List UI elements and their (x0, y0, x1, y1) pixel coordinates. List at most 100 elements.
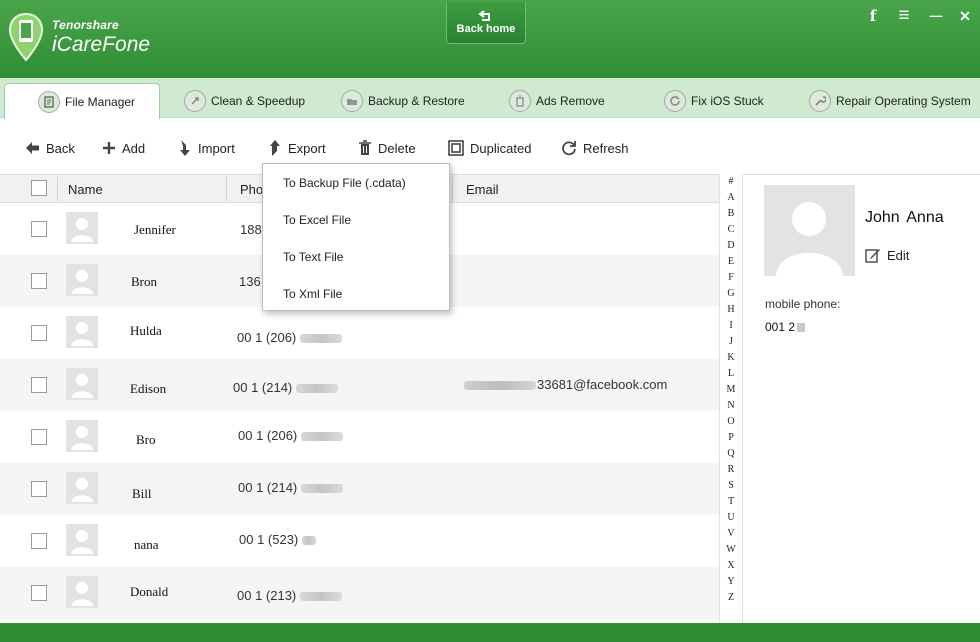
column-header-name[interactable]: Name (68, 182, 103, 197)
tab-ads-remove[interactable]: Ads Remove (509, 84, 605, 118)
row-checkbox[interactable] (31, 533, 47, 549)
contact-name: nana (134, 537, 159, 552)
redacted-blur (301, 484, 344, 494)
arrow-left-icon (26, 142, 39, 154)
import-button[interactable]: Import (178, 138, 235, 158)
tab-label: File Manager (65, 94, 136, 109)
tab-backup-restore[interactable]: Backup & Restore (341, 84, 465, 118)
alphabet-letter[interactable]: O (720, 416, 742, 427)
table-row[interactable]: Hulda 00 1 (206) (0, 307, 719, 359)
column-divider (452, 177, 453, 201)
facebook-icon[interactable]: f (862, 6, 884, 28)
tab-fix-ios-stuck[interactable]: Fix iOS Stuck (664, 84, 764, 118)
alphabet-letter[interactable]: Y (720, 576, 742, 587)
alphabet-letter[interactable]: D (720, 240, 742, 251)
alphabet-letter[interactable]: M (720, 384, 742, 395)
back-arrow-icon (478, 10, 490, 21)
alphabet-letter[interactable]: J (720, 336, 742, 347)
export-label: Export (288, 140, 326, 156)
close-icon[interactable]: ✕ (954, 6, 976, 28)
plus-icon (103, 142, 115, 154)
alphabet-letter[interactable]: R (720, 464, 742, 475)
row-checkbox[interactable] (31, 221, 47, 237)
menu-icon[interactable]: ≡ (893, 6, 915, 28)
contact-phone: 00 1 (206) (237, 330, 343, 345)
duplicated-label: Duplicated (470, 140, 532, 156)
row-checkbox[interactable] (31, 481, 47, 497)
table-row[interactable]: Bill 00 1 (214) (0, 463, 719, 515)
alphabet-letter[interactable]: K (720, 352, 742, 363)
duplicated-button[interactable]: Duplicated (448, 138, 531, 158)
alphabet-letter[interactable]: U (720, 512, 742, 523)
table-row[interactable]: nana 00 1 (523) (0, 515, 719, 567)
alphabet-letter[interactable]: # (720, 176, 742, 187)
add-button[interactable]: Add (102, 138, 145, 158)
alphabet-letter[interactable]: H (720, 304, 742, 315)
import-label: Import (198, 140, 235, 156)
export-arrow-icon (270, 140, 280, 156)
icarefone-logo-icon (8, 12, 44, 62)
column-header-email[interactable]: Email (466, 182, 499, 197)
avatar (66, 264, 98, 296)
edit-button[interactable]: Edit (865, 247, 909, 263)
row-checkbox[interactable] (31, 273, 47, 289)
delete-button[interactable]: Delete (358, 138, 416, 158)
alphabet-letter[interactable]: S (720, 480, 742, 491)
alphabet-letter[interactable]: Z (720, 592, 742, 603)
tab-repair-os[interactable]: Repair Operating System (809, 84, 971, 118)
avatar (66, 576, 98, 608)
alphabet-letter[interactable]: Q (720, 448, 742, 459)
redacted-blur (797, 323, 806, 333)
alphabet-letter[interactable]: V (720, 528, 742, 539)
table-row[interactable]: Edison 00 1 (214) 33681@facebook.com (0, 359, 719, 411)
tab-file-manager[interactable]: File Manager (4, 83, 160, 119)
contact-name: Jennifer (134, 222, 176, 237)
table-row[interactable]: Bro 00 1 (206) (0, 411, 719, 463)
contact-name: Bill (132, 486, 152, 501)
alphabet-letter[interactable]: G (720, 288, 742, 299)
menu-item-backup-file[interactable]: To Backup File (.cdata) (283, 176, 406, 190)
alphabet-letter[interactable]: F (720, 272, 742, 283)
export-button[interactable]: Export (268, 138, 326, 158)
row-checkbox[interactable] (31, 377, 47, 393)
tab-label: Clean & Speedup (211, 94, 306, 108)
alphabet-letter[interactable]: E (720, 256, 742, 267)
refresh-label: Refresh (583, 140, 629, 156)
alphabet-letter[interactable]: N (720, 400, 742, 411)
refresh-button[interactable]: Refresh (561, 138, 629, 158)
row-checkbox[interactable] (31, 429, 47, 445)
row-checkbox[interactable] (31, 585, 47, 601)
alphabet-letter[interactable]: W (720, 544, 742, 555)
alphabet-letter[interactable]: B (720, 208, 742, 219)
redacted-blur (302, 536, 317, 546)
tab-label: Backup & Restore (368, 94, 465, 108)
select-all-checkbox[interactable] (31, 180, 47, 196)
alphabet-letter[interactable]: P (720, 432, 742, 443)
alphabet-letter[interactable]: C (720, 224, 742, 235)
file-manager-icon (38, 90, 60, 113)
tab-label: Fix iOS Stuck (691, 94, 764, 108)
back-label: Back (46, 140, 75, 156)
menu-item-text-file[interactable]: To Text File (283, 250, 343, 264)
alphabet-letter[interactable]: X (720, 560, 742, 571)
contact-phone: 00 1 (213) (237, 588, 343, 603)
tab-clean-speedup[interactable]: Clean & Speedup (184, 84, 305, 118)
refresh-icon (562, 141, 576, 156)
tab-label: Repair Operating System (836, 94, 971, 108)
menu-item-xml-file[interactable]: To Xml File (283, 287, 342, 301)
mobile-phone-label: mobile phone: (765, 297, 841, 311)
minimize-icon[interactable]: — (925, 6, 947, 28)
phone-text: 00 1 (213) (237, 588, 297, 603)
table-row[interactable]: Donald 00 1 (213) (0, 567, 719, 619)
alphabet-letter[interactable]: A (720, 192, 742, 203)
alphabet-letter[interactable]: L (720, 368, 742, 379)
brand-product: iCareFone (52, 33, 151, 56)
row-checkbox[interactable] (31, 325, 47, 341)
contact-name: Edison (130, 381, 167, 396)
menu-item-excel-file[interactable]: To Excel File (283, 213, 351, 227)
alphabet-letter[interactable]: T (720, 496, 742, 507)
back-home-button[interactable]: Back home (446, 2, 526, 44)
back-button[interactable]: Back (25, 138, 75, 158)
alphabet-letter[interactable]: I (720, 320, 742, 331)
column-header-phone[interactable]: Pho (240, 182, 263, 197)
